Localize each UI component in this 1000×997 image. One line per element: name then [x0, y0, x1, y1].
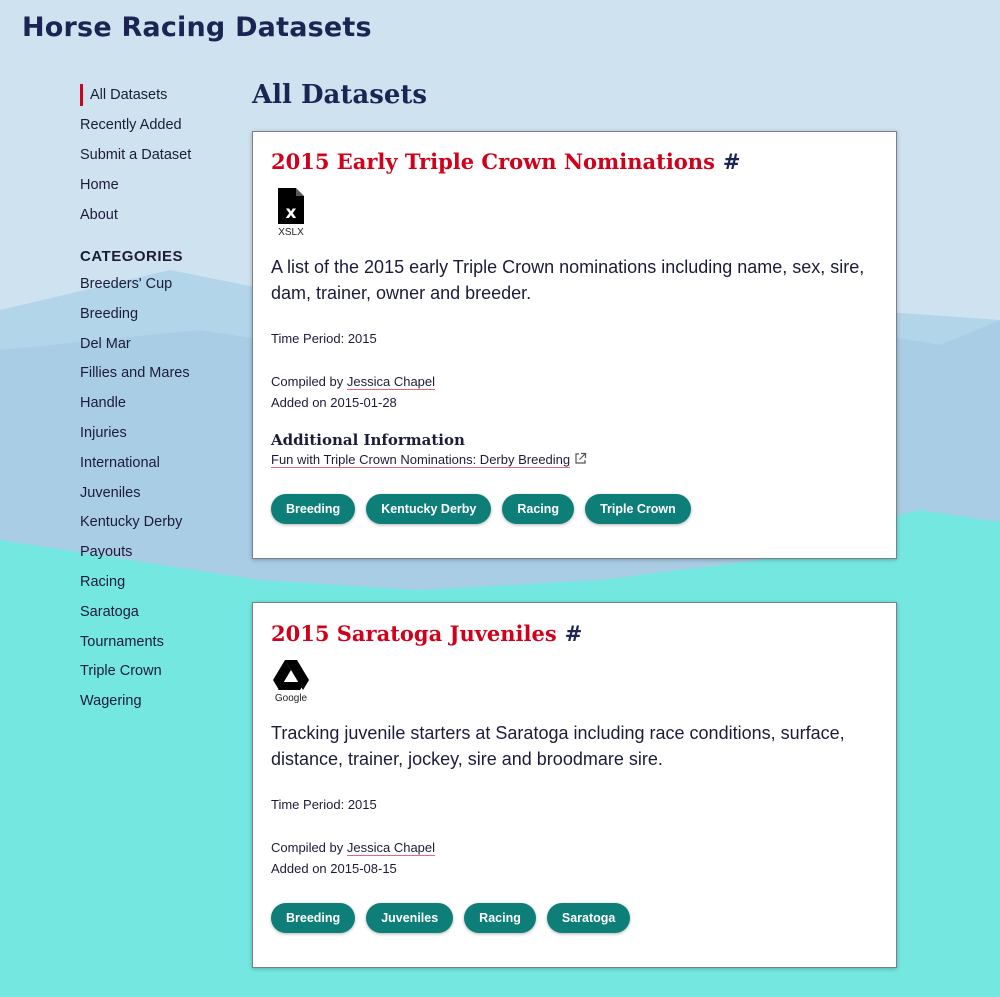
- tag-juveniles[interactable]: Juveniles: [366, 903, 454, 933]
- tag-breeding[interactable]: Breeding: [271, 494, 356, 524]
- additional-info-link[interactable]: Fun with Triple Crown Nominations: Derby…: [271, 452, 571, 468]
- file-type-badge[interactable]: Google: [271, 660, 311, 704]
- category-wagering[interactable]: Wagering: [80, 688, 240, 718]
- category-saratoga[interactable]: Saratoga: [80, 599, 240, 629]
- time-period: Time Period: 2015: [271, 331, 377, 346]
- dataset-title: 2015 Early Triple Crown Nominations #: [271, 149, 876, 174]
- tag-list: Breeding Juveniles Racing Saratoga: [271, 903, 876, 933]
- external-link-icon: [575, 452, 587, 464]
- category-kentucky-derby[interactable]: Kentucky Derby: [80, 509, 240, 539]
- dataset-title-link[interactable]: 2015 Early Triple Crown Nominations: [271, 149, 715, 174]
- added-date: Added on 2015-08-15: [271, 861, 397, 876]
- file-type-badge[interactable]: x XSLX: [271, 188, 311, 238]
- nav-recently-added[interactable]: Recently Added: [80, 112, 240, 142]
- site-title[interactable]: Horse Racing Datasets: [22, 12, 372, 43]
- dataset-description: A list of the 2015 early Triple Crown no…: [271, 257, 865, 303]
- compiled-by: Compiled by Jessica Chapel: [271, 371, 876, 392]
- nav-submit-dataset[interactable]: Submit a Dataset: [80, 142, 240, 172]
- tag-list: Breeding Kentucky Derby Racing Triple Cr…: [271, 494, 876, 524]
- additional-info-heading: Additional Information: [271, 431, 465, 449]
- nav-about[interactable]: About: [80, 202, 240, 232]
- nav-home[interactable]: Home: [80, 172, 240, 202]
- tag-saratoga[interactable]: Saratoga: [546, 903, 631, 933]
- category-juveniles[interactable]: Juveniles: [80, 480, 240, 510]
- sidebar: All Datasets Recently Added Submit a Dat…: [80, 82, 240, 718]
- categories-heading: CATEGORIES: [80, 248, 184, 265]
- time-period: Time Period: 2015: [271, 797, 377, 812]
- compiled-by-prefix: Compiled by: [271, 374, 347, 389]
- dataset-description: Tracking juvenile starters at Saratoga i…: [271, 723, 845, 769]
- nav-all-datasets[interactable]: All Datasets: [80, 82, 240, 112]
- additional-info: Fun with Triple Crown Nominations: Derby…: [271, 451, 876, 469]
- category-tournaments[interactable]: Tournaments: [80, 629, 240, 659]
- tag-breeding[interactable]: Breeding: [271, 903, 356, 933]
- compiled-by: Compiled by Jessica Chapel: [271, 837, 876, 858]
- category-international[interactable]: International: [80, 450, 240, 480]
- tag-kentucky-derby[interactable]: Kentucky Derby: [366, 494, 492, 524]
- dataset-title-link[interactable]: 2015 Saratoga Juveniles: [271, 621, 557, 646]
- excel-file-icon: x: [278, 188, 304, 224]
- category-handle[interactable]: Handle: [80, 390, 240, 420]
- compiled-by-prefix: Compiled by: [271, 840, 347, 855]
- permalink-anchor[interactable]: #: [565, 621, 583, 646]
- category-breeding[interactable]: Breeding: [80, 301, 240, 331]
- category-injuries[interactable]: Injuries: [80, 420, 240, 450]
- dataset-title: 2015 Saratoga Juveniles #: [271, 621, 876, 646]
- tag-racing[interactable]: Racing: [502, 494, 575, 524]
- category-breeders-cup[interactable]: Breeders' Cup: [80, 271, 240, 301]
- added-date: Added on 2015-01-28: [271, 395, 397, 410]
- author-link[interactable]: Jessica Chapel: [346, 374, 436, 390]
- tag-triple-crown[interactable]: Triple Crown: [585, 494, 691, 524]
- category-payouts[interactable]: Payouts: [80, 539, 240, 569]
- page-title: All Datasets: [252, 80, 428, 110]
- category-list: Breeders' Cup Breeding Del Mar Fillies a…: [80, 271, 240, 718]
- tag-racing[interactable]: Racing: [464, 903, 536, 933]
- category-del-mar[interactable]: Del Mar: [80, 331, 240, 361]
- dataset-card: 2015 Saratoga Juveniles # Google Trackin…: [252, 602, 897, 968]
- category-racing[interactable]: Racing: [80, 569, 240, 599]
- main-nav: All Datasets Recently Added Submit a Dat…: [80, 82, 240, 232]
- file-type-label: Google: [274, 693, 308, 704]
- svg-text:x: x: [286, 203, 297, 223]
- permalink-anchor[interactable]: #: [723, 149, 741, 174]
- google-drive-icon: [273, 660, 309, 690]
- file-type-label: XSLX: [278, 227, 304, 238]
- category-fillies-and-mares[interactable]: Fillies and Mares: [80, 360, 240, 390]
- category-triple-crown[interactable]: Triple Crown: [80, 658, 240, 688]
- dataset-card: 2015 Early Triple Crown Nominations # x …: [252, 131, 897, 559]
- author-link[interactable]: Jessica Chapel: [346, 840, 436, 856]
